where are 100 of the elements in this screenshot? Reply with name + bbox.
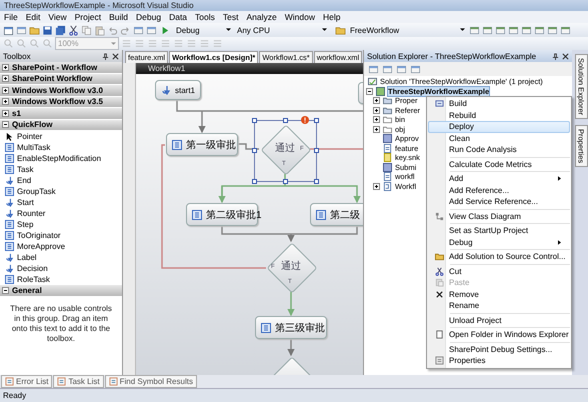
menu-item[interactable]: Rename [428,300,570,312]
menu-item[interactable]: Debug [428,236,570,248]
activity-node[interactable]: 第二级 [310,203,363,226]
expander-icon[interactable] [2,110,9,117]
toolbox-item[interactable]: Step [0,219,122,230]
menu-item[interactable]: Calculate Code Metrics [428,158,570,170]
toolbox-group[interactable]: QuickFlow [0,120,122,131]
menu-item[interactable]: File [4,12,18,22]
toolbox-item[interactable]: ToOriginator [0,230,122,241]
expander-icon[interactable] [2,64,9,71]
window-icon[interactable] [368,64,379,74]
window-icon[interactable] [495,24,506,36]
window-icon[interactable] [410,64,421,74]
toolbox-item[interactable]: MoreApprove [0,241,122,252]
toolbox-item[interactable]: Start [0,197,122,208]
window-icon[interactable] [547,24,558,36]
menu-item[interactable]: Properties [428,355,570,366]
start-node[interactable]: start1 [155,80,201,100]
menu-item[interactable]: View Class Diagram [428,210,570,222]
expander-icon[interactable] [2,98,9,106]
window-icon[interactable] [534,24,545,36]
bottom-tab[interactable]: Error List [1,375,52,388]
expander-icon[interactable] [2,121,9,128]
menu-item[interactable]: Unload Project [428,314,570,326]
toolbox-item[interactable]: Label [0,252,122,263]
menu-item[interactable]: Run Code Analysis [428,144,570,156]
menu-item[interactable]: Test [222,12,238,22]
toolbox-item[interactable]: MultiTask [0,142,122,153]
menu-item[interactable]: SharePoint Debug Settings... [428,344,570,355]
window-icon[interactable] [560,24,571,36]
toolbox-group[interactable]: SharePoint Workflow [0,74,122,85]
menu-item[interactable]: Build [428,98,570,110]
window-icon[interactable] [469,24,480,36]
toolbox-item[interactable]: Rounter [0,208,122,219]
toolbox-item[interactable]: RoleTask [0,274,122,285]
menu-item[interactable]: View [48,12,67,22]
window-icon[interactable] [508,24,519,36]
menu-item[interactable]: Edit [26,12,40,22]
toolbox-item[interactable]: Task [0,164,122,175]
pin-icon[interactable] [552,52,559,60]
menu-item[interactable]: Window [284,12,315,22]
menu-item[interactable]: Deploy [428,121,570,132]
bottom-tab[interactable]: Task List [53,375,104,388]
window-icon[interactable] [133,24,144,36]
window-icon[interactable] [482,24,493,36]
menu-item[interactable]: Project [74,12,102,22]
redo-icon[interactable] [120,24,131,36]
expander-icon[interactable] [373,97,380,104]
menu-item[interactable]: Add Service Reference... [428,196,570,208]
project-dropdown[interactable]: FreeWorkflow [348,24,467,36]
menu-item[interactable]: Build [109,12,128,22]
menu-item[interactable]: Clean [428,132,570,144]
menu-item[interactable]: Rebuild [428,110,570,121]
expander-icon[interactable] [373,106,380,114]
menu-item[interactable]: Remove [428,288,570,300]
menu-item[interactable]: Debug [136,12,162,22]
toolbox-group[interactable]: s1 [0,108,122,120]
toolbox-group[interactable]: Windows Workflow v3.5 [0,96,122,108]
window-icon[interactable] [382,64,393,74]
toolbox-item[interactable]: GroupTask [0,186,122,197]
expander-icon[interactable] [2,75,9,82]
close-icon[interactable] [562,52,569,60]
expander-icon[interactable] [373,182,380,190]
toolbox-item[interactable]: Pointer [0,131,122,142]
toolbox-group[interactable]: SharePoint - Workflow [0,62,122,74]
toolbox-item[interactable]: Decision [0,263,122,274]
menu-item[interactable]: Add [428,173,570,184]
new-project-icon[interactable] [3,24,14,36]
toolbox-group[interactable]: General [0,285,122,296]
expander-icon[interactable] [366,88,373,95]
expander-icon[interactable] [373,116,380,124]
menu-item[interactable]: Add Solution to Source Control... [428,251,570,262]
window-icon[interactable] [16,24,27,36]
configuration-dropdown[interactable]: Debug [174,24,233,36]
bottom-tab[interactable]: Find Symbol Results [104,375,197,388]
platform-dropdown[interactable]: Any CPU [235,24,329,36]
expander-icon[interactable] [373,126,380,133]
window-icon[interactable] [521,24,532,36]
toolbox-item[interactable]: End [0,175,122,186]
menu-item[interactable]: Add Reference... [428,184,570,196]
error-icon[interactable] [301,116,309,124]
expander-icon[interactable] [2,86,9,94]
menu-item[interactable]: Tools [195,12,215,22]
activity-node[interactable]: 第一级审批 [166,133,238,156]
save-icon[interactable] [42,24,53,36]
menu-item[interactable]: Help [322,12,340,22]
undo-icon[interactable] [107,24,118,36]
expander-icon[interactable] [2,286,9,294]
menu-item[interactable]: Cut [428,266,570,277]
activity-node[interactable]: 第三级审批 [255,316,327,339]
close-icon[interactable] [112,52,119,60]
window-icon[interactable] [146,24,157,36]
toolbox-group[interactable]: Windows Workflow v3.0 [0,85,122,96]
toolbox-item[interactable]: EnableStepModification [0,153,122,164]
cut-icon[interactable] [68,24,79,36]
save-all-icon[interactable] [55,24,66,36]
menu-item[interactable]: Set as StartUp Project [428,225,570,236]
menu-item[interactable]: Open Folder in Windows Explorer [428,329,570,340]
paste-icon[interactable] [94,24,105,36]
pin-icon[interactable] [102,52,109,60]
